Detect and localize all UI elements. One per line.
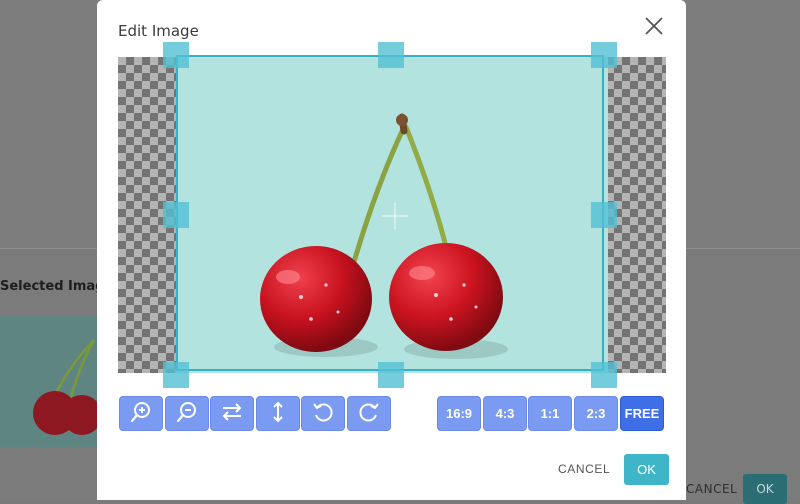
- crop-canvas[interactable]: [118, 42, 666, 388]
- ratio-2-3-button[interactable]: 2:3: [574, 396, 618, 431]
- selected-image-thumbnail: [0, 315, 98, 447]
- crop-handle-left[interactable]: [163, 202, 189, 228]
- ratio-16-9-button[interactable]: 16:9: [437, 396, 481, 431]
- close-icon[interactable]: [642, 14, 666, 38]
- flip-vertical-button[interactable]: [256, 396, 300, 431]
- flip-horizontal-button[interactable]: [210, 396, 254, 431]
- crop-handle-bottom-right[interactable]: [591, 362, 617, 388]
- ok-button[interactable]: OK: [624, 454, 669, 485]
- modal-title: Edit Image: [118, 22, 199, 40]
- crop-handle-top[interactable]: [378, 42, 404, 68]
- crop-handle-top-right[interactable]: [591, 42, 617, 68]
- crop-handle-top-left[interactable]: [163, 42, 189, 68]
- flip-horizontal-icon: [220, 400, 244, 428]
- crop-handle-bottom[interactable]: [378, 362, 404, 388]
- crop-handle-right[interactable]: [591, 202, 617, 228]
- ratio-1-1-button[interactable]: 1:1: [528, 396, 572, 431]
- crop-handle-bottom-left[interactable]: [163, 362, 189, 388]
- zoom-in-button[interactable]: [119, 396, 163, 431]
- zoom-in-icon: [129, 400, 153, 428]
- crosshair-icon: [382, 203, 408, 229]
- rotate-right-icon: [357, 400, 381, 428]
- rotate-right-button[interactable]: [347, 396, 391, 431]
- zoom-out-icon: [175, 400, 199, 428]
- rotate-left-icon: [311, 400, 335, 428]
- flip-vertical-icon: [266, 400, 290, 428]
- zoom-out-button[interactable]: [165, 396, 209, 431]
- cancel-button[interactable]: CANCEL: [558, 462, 610, 476]
- edit-image-modal: Edit Image 16:9 4:3 1:1 2:3 FREE CANCEL …: [97, 0, 686, 500]
- ratio-4-3-button[interactable]: 4:3: [483, 396, 527, 431]
- rotate-left-button[interactable]: [301, 396, 345, 431]
- background-cancel-button: CANCEL: [686, 482, 738, 496]
- ratio-free-button[interactable]: FREE: [620, 396, 664, 431]
